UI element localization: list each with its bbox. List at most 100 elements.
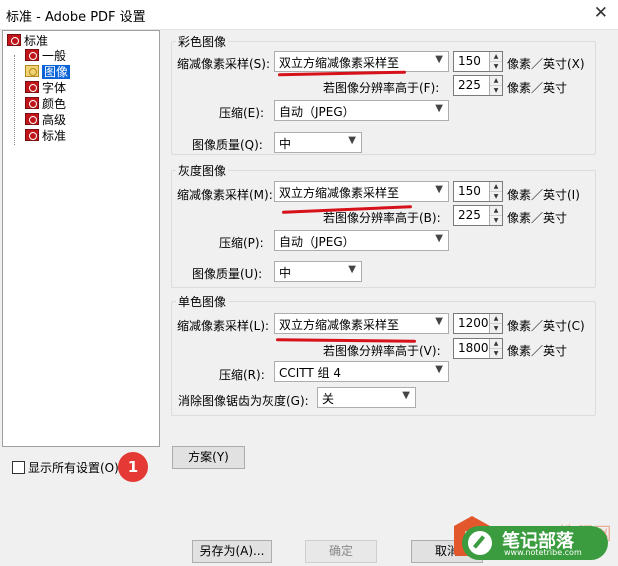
mono-compression-value: CCITT 组 4: [279, 366, 342, 380]
color-ppi-value: 150: [458, 54, 481, 68]
mono-antialias-select[interactable]: 关 ▼: [317, 387, 416, 408]
chevron-down-icon: ▼: [435, 316, 443, 327]
tree-item-label: 一般: [42, 49, 67, 63]
pdf-settings-icon: [25, 113, 39, 125]
gray-images-title: 灰度图像: [176, 162, 229, 179]
step-badge: 1: [118, 452, 148, 482]
color-quality-label: 图像质量(Q):: [192, 138, 263, 152]
tree-item-advanced[interactable]: 高级: [25, 112, 66, 128]
show-all-settings-label: 显示所有设置(O): [28, 461, 119, 475]
ok-button[interactable]: 确定: [305, 540, 377, 563]
color-compression-value: 自动（JPEG）: [279, 105, 355, 119]
pdf-settings-icon: [7, 34, 21, 46]
arrow-up-icon[interactable]: ▲: [490, 182, 502, 191]
tree-item-general[interactable]: 一般: [25, 48, 66, 64]
color-downsample-select[interactable]: 双立方缩减像素采样至 ▼: [274, 51, 449, 72]
show-all-settings-checkbox[interactable]: 显示所有设置(O): [12, 459, 119, 476]
tree-item-label: 标准: [42, 129, 67, 143]
color-ppi-stepper[interactable]: 150 ▲ ▼: [453, 51, 503, 72]
tree-connector: [14, 55, 15, 145]
mono-above-stepper[interactable]: 1800 ▲ ▼: [453, 338, 503, 359]
chevron-down-icon: ▼: [348, 135, 356, 146]
stepper-buttons[interactable]: ▲ ▼: [489, 76, 502, 95]
arrow-down-icon[interactable]: ▼: [490, 191, 502, 200]
gray-ppi-stepper[interactable]: 150 ▲ ▼: [453, 181, 503, 202]
mono-ppi-stepper[interactable]: 1200 ▲ ▼: [453, 313, 503, 334]
gray-quality-select[interactable]: 中 ▼: [274, 261, 362, 282]
arrow-up-icon[interactable]: ▲: [490, 339, 502, 348]
mono-downsample-select[interactable]: 双立方缩减像素采样至 ▼: [274, 313, 449, 334]
color-quality-select[interactable]: 中 ▼: [274, 132, 362, 153]
pdf-settings-icon: [25, 81, 39, 93]
tree-item-fonts[interactable]: 字体: [25, 80, 66, 96]
arrow-up-icon[interactable]: ▲: [490, 206, 502, 215]
mono-downsample-label: 缩减像素采样(L):: [177, 319, 270, 333]
color-compression-label: 压缩(E):: [219, 106, 264, 120]
mono-compression-select[interactable]: CCITT 组 4 ▼: [274, 361, 449, 382]
chevron-down-icon: ▼: [402, 390, 410, 401]
arrow-down-icon[interactable]: ▼: [490, 323, 502, 332]
gray-quality-label: 图像质量(U):: [192, 267, 263, 281]
arrow-down-icon[interactable]: ▼: [490, 215, 502, 224]
gray-downsample-label: 缩减像素采样(M):: [177, 188, 273, 202]
pdf-settings-icon: [25, 129, 39, 141]
stepper-buttons[interactable]: ▲ ▼: [489, 339, 502, 358]
pen-icon: [468, 531, 492, 555]
gray-above-stepper[interactable]: 225 ▲ ▼: [453, 205, 503, 226]
mono-ppi-unit: 像素／英寸(C): [507, 319, 585, 333]
gray-quality-value: 中: [279, 266, 292, 280]
policy-button[interactable]: 方案(Y): [172, 446, 245, 469]
tree-item-color[interactable]: 颜色: [25, 96, 66, 112]
tree-item-standards[interactable]: 标准: [25, 128, 66, 144]
arrow-up-icon[interactable]: ▲: [490, 52, 502, 61]
gray-downsample-value: 双立方缩减像素采样至: [279, 186, 400, 200]
title-bar: 标准 - Adobe PDF 设置 ✕: [0, 0, 618, 30]
mono-downsample-value: 双立方缩减像素采样至: [279, 318, 400, 332]
color-above-label: 若图像分辨率高于(F):: [323, 81, 440, 95]
color-quality-value: 中: [279, 137, 292, 151]
color-above-unit: 像素／英寸: [507, 81, 568, 95]
settings-tree[interactable]: 标准 一般 图像 字体 颜色 高级 标准: [2, 30, 160, 447]
mono-antialias-value: 关: [322, 392, 335, 406]
chevron-down-icon: ▼: [435, 103, 443, 114]
arrow-up-icon[interactable]: ▲: [490, 76, 502, 85]
save-as-button[interactable]: 另存为(A)...: [192, 540, 272, 563]
pdf-settings-icon: [25, 49, 39, 61]
color-compression-select[interactable]: 自动（JPEG） ▼: [274, 100, 449, 121]
color-images-title: 彩色图像: [176, 33, 229, 50]
tree-item-label: 颜色: [42, 97, 67, 111]
mono-compression-label: 压缩(R):: [219, 368, 265, 382]
stepper-buttons[interactable]: ▲ ▼: [489, 52, 502, 71]
stepper-buttons[interactable]: ▲ ▼: [489, 314, 502, 333]
mono-antialias-label: 消除图像锯齿为灰度(G):: [178, 394, 309, 408]
close-icon[interactable]: ✕: [594, 3, 608, 23]
stepper-buttons[interactable]: ▲ ▼: [489, 206, 502, 225]
checkbox-box[interactable]: [12, 461, 25, 474]
tree-item-label: 字体: [42, 81, 67, 95]
mono-above-unit: 像素／英寸: [507, 344, 568, 358]
chevron-down-icon: ▼: [435, 233, 443, 244]
tree-item-label: 图像: [42, 65, 71, 79]
color-ppi-unit: 像素／英寸(X): [507, 57, 585, 71]
arrow-down-icon[interactable]: ▼: [490, 61, 502, 70]
gray-compression-label: 压缩(P):: [219, 236, 264, 250]
arrow-up-icon[interactable]: ▲: [490, 314, 502, 323]
gray-downsample-select[interactable]: 双立方缩减像素采样至 ▼: [274, 181, 449, 202]
arrow-down-icon[interactable]: ▼: [490, 85, 502, 94]
color-downsample-label: 缩减像素采样(S):: [177, 57, 271, 71]
watermark-badge: 笔记部落 www.notetribe.com: [462, 526, 608, 560]
gray-above-unit: 像素／英寸: [507, 211, 568, 225]
arrow-down-icon[interactable]: ▼: [490, 348, 502, 357]
gray-compression-select[interactable]: 自动（JPEG） ▼: [274, 230, 449, 251]
gray-ppi-unit: 像素／英寸(I): [507, 188, 580, 202]
pdf-settings-icon: [25, 97, 39, 109]
stepper-buttons[interactable]: ▲ ▼: [489, 182, 502, 201]
color-above-stepper[interactable]: 225 ▲ ▼: [453, 75, 503, 96]
tree-item-images[interactable]: 图像: [25, 64, 71, 80]
chevron-down-icon: ▼: [435, 364, 443, 375]
mono-above-value: 1800: [458, 341, 489, 355]
window-title: 标准 - Adobe PDF 设置: [6, 10, 146, 25]
chevron-down-icon: ▼: [348, 264, 356, 275]
mono-above-label: 若图像分辨率高于(V):: [323, 344, 441, 358]
tree-item-root[interactable]: 标准: [7, 33, 48, 49]
